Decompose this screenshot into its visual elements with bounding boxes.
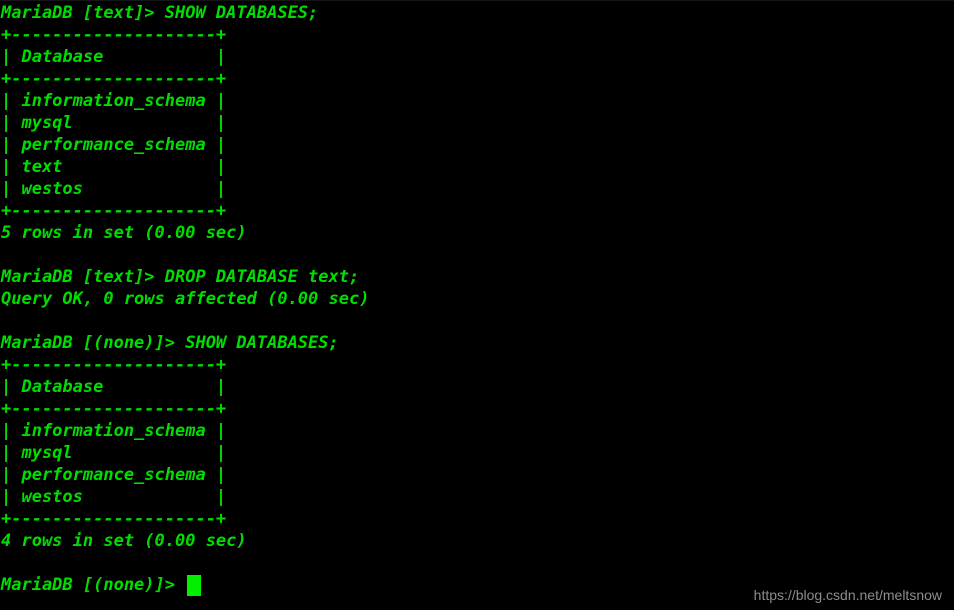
terminal-line-row: | text | [1, 157, 227, 177]
watermark-url: https://blog.csdn.net/meltsnow [753, 587, 942, 603]
terminal-line-prompt: MariaDB [text]> SHOW DATABASES; [1, 3, 319, 23]
terminal-output: MariaDB [text]> SHOW DATABASES; +-------… [0, 2, 954, 596]
terminal-line-row: | westos | [1, 487, 227, 507]
terminal-line-row: | performance_schema | [1, 135, 227, 155]
terminal-line-border: +--------------------+ [1, 399, 227, 419]
terminal-line-row: | westos | [1, 179, 227, 199]
terminal-line-status: Query OK, 0 rows affected (0.00 sec) [1, 289, 370, 309]
terminal-line-row: | information_schema | [1, 91, 227, 111]
terminal-line-prompt: MariaDB [text]> DROP DATABASE text; [1, 267, 360, 287]
terminal-line-border: +--------------------+ [1, 25, 227, 45]
text-cursor-block [187, 574, 202, 596]
terminal-line-border: +--------------------+ [1, 355, 227, 375]
terminal-line-header: | Database | [1, 377, 227, 397]
terminal-prompt-label: MariaDB [(none)]> [1, 575, 186, 595]
terminal-line-status: 4 rows in set (0.00 sec) [1, 531, 247, 551]
terminal-line-row: | mysql | [1, 443, 227, 463]
terminal-line-status: 5 rows in set (0.00 sec) [1, 223, 247, 243]
terminal-line-border: +--------------------+ [1, 201, 227, 221]
terminal-line-row: | information_schema | [1, 421, 227, 441]
window-top-edge [0, 0, 954, 1]
terminal-window[interactable]: MariaDB [text]> SHOW DATABASES; +-------… [0, 0, 954, 610]
terminal-line-border: +--------------------+ [1, 509, 227, 529]
terminal-line-border: +--------------------+ [1, 69, 227, 89]
terminal-line-prompt: MariaDB [(none)]> SHOW DATABASES; [1, 333, 339, 353]
terminal-line-row: | mysql | [1, 113, 227, 133]
terminal-line-header: | Database | [1, 47, 227, 67]
terminal-line-row: | performance_schema | [1, 465, 227, 485]
